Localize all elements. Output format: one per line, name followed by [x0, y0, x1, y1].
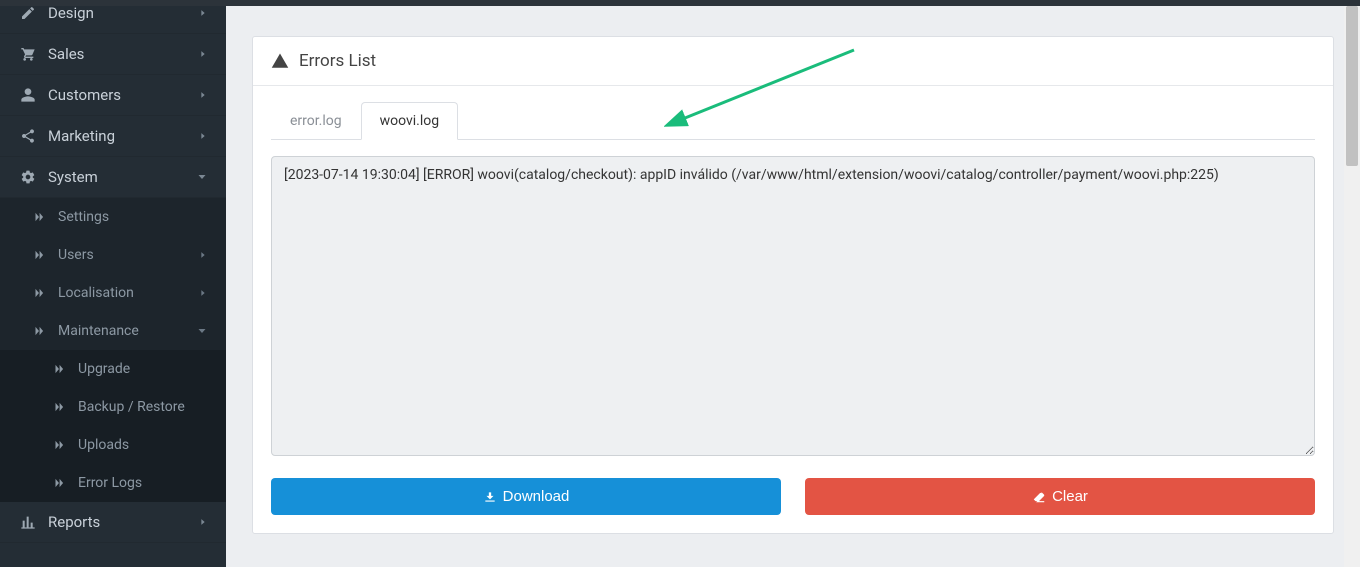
panel-header: Errors List — [253, 37, 1333, 86]
subnav-label: Settings — [58, 209, 208, 225]
double-chevron-icon — [50, 476, 68, 490]
subnav-label: Localisation — [58, 285, 198, 301]
warning-icon — [271, 52, 289, 70]
double-chevron-icon — [50, 362, 68, 376]
sidebar: Design Sales Customers — [0, 0, 226, 567]
chevron-down-icon — [196, 325, 208, 337]
log-tabs: error.log woovi.log — [271, 102, 1315, 140]
subnav-item-settings[interactable]: Settings — [0, 198, 226, 236]
download-button[interactable]: Download — [271, 478, 781, 515]
tab-error-log[interactable]: error.log — [271, 102, 361, 140]
sidebar-label: System — [48, 168, 196, 186]
scrollbar[interactable] — [1344, 6, 1360, 567]
log-output[interactable] — [271, 156, 1315, 456]
chevron-right-icon — [198, 288, 208, 298]
chevron-right-icon — [198, 49, 208, 59]
sidebar-label: Reports — [48, 513, 198, 531]
top-dark-strip — [0, 0, 1360, 6]
subsub-label: Upgrade — [78, 361, 130, 377]
sidebar-label: Marketing — [48, 127, 198, 145]
sidebar-item-system[interactable]: System — [0, 157, 226, 198]
maintenance-subnav: Upgrade Backup / Restore Uploads — [0, 350, 226, 502]
pencil-icon — [18, 5, 38, 21]
subsub-item-error-logs[interactable]: Error Logs — [0, 464, 226, 502]
chevron-right-icon — [198, 90, 208, 100]
tab-label: error.log — [290, 113, 342, 129]
errors-panel: Errors List error.log woovi.log — [252, 36, 1334, 534]
sidebar-label: Design — [48, 4, 198, 22]
button-row: Download Clear — [271, 478, 1315, 515]
eraser-icon — [1032, 490, 1046, 504]
sidebar-item-sales[interactable]: Sales — [0, 34, 226, 75]
double-chevron-icon — [30, 210, 48, 224]
scrollbar-thumb[interactable] — [1346, 6, 1358, 166]
subsub-label: Error Logs — [78, 475, 142, 491]
subsub-item-uploads[interactable]: Uploads — [0, 426, 226, 464]
sidebar-item-reports[interactable]: Reports — [0, 502, 226, 543]
double-chevron-icon — [30, 324, 48, 338]
subnav-item-localisation[interactable]: Localisation — [0, 274, 226, 312]
sidebar-item-customers[interactable]: Customers — [0, 75, 226, 116]
user-icon — [18, 87, 38, 103]
subsub-label: Uploads — [78, 437, 129, 453]
chevron-right-icon — [198, 131, 208, 141]
subnav-item-maintenance[interactable]: Maintenance — [0, 312, 226, 350]
share-icon — [18, 128, 38, 144]
download-label: Download — [503, 488, 570, 505]
sidebar-item-marketing[interactable]: Marketing — [0, 116, 226, 157]
panel-body: error.log woovi.log Download — [253, 86, 1333, 533]
panel-title: Errors List — [299, 51, 376, 71]
subnav-item-users[interactable]: Users — [0, 236, 226, 274]
clear-label: Clear — [1052, 488, 1088, 505]
sidebar-label: Customers — [48, 86, 198, 104]
chevron-right-icon — [198, 250, 208, 260]
tab-woovi-log[interactable]: woovi.log — [361, 102, 459, 140]
subnav-label: Maintenance — [58, 323, 196, 339]
cart-icon — [18, 46, 38, 62]
double-chevron-icon — [50, 400, 68, 414]
double-chevron-icon — [30, 248, 48, 262]
double-chevron-icon — [30, 286, 48, 300]
clear-button[interactable]: Clear — [805, 478, 1315, 515]
gear-icon — [18, 169, 38, 185]
sidebar-label: Sales — [48, 45, 198, 63]
subsub-item-backup-restore[interactable]: Backup / Restore — [0, 388, 226, 426]
tab-label: woovi.log — [380, 113, 440, 129]
chevron-right-icon — [198, 517, 208, 527]
subnav-label: Users — [58, 247, 198, 263]
subsub-label: Backup / Restore — [78, 399, 185, 415]
system-subnav: Settings Users Localisation — [0, 198, 226, 502]
subsub-item-upgrade[interactable]: Upgrade — [0, 350, 226, 388]
chevron-right-icon — [198, 8, 208, 18]
main-content: Errors List error.log woovi.log — [226, 0, 1360, 567]
double-chevron-icon — [50, 438, 68, 452]
chevron-down-icon — [196, 171, 208, 183]
chart-bar-icon — [18, 514, 38, 530]
download-icon — [483, 490, 497, 504]
